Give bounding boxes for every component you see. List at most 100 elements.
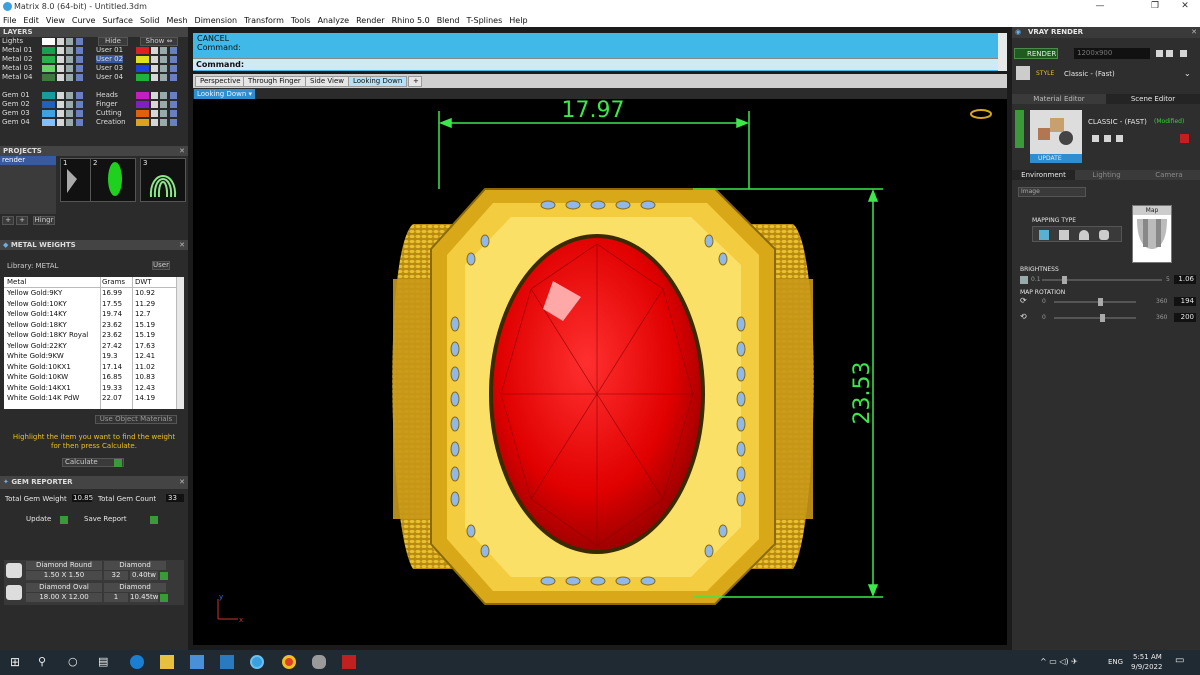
widgets-icon[interactable]: ▤	[98, 655, 112, 669]
layer-row[interactable]: Gem 02	[2, 100, 90, 109]
layer-lock-icon[interactable]	[66, 74, 73, 81]
edge-browser-icon[interactable]	[130, 655, 144, 669]
mapping-dome-icon[interactable]	[1079, 230, 1089, 240]
layer-select-icon[interactable]	[170, 101, 177, 108]
layer-visible-icon[interactable]	[151, 56, 158, 63]
menu-view[interactable]: View	[46, 16, 65, 25]
layer-lock-icon[interactable]	[66, 65, 73, 72]
layer-select-icon[interactable]	[170, 47, 177, 54]
layer-visible-icon[interactable]	[57, 119, 64, 126]
metal-table-row[interactable]: Yellow Gold:10KY 17.55 11.29	[4, 299, 176, 310]
layer-row[interactable]: Gem 04	[2, 118, 90, 127]
layer-visible-icon[interactable]	[151, 92, 158, 99]
layer-row[interactable]: Metal 03	[2, 64, 90, 73]
chrome-icon[interactable]	[282, 655, 296, 669]
gem-update-button[interactable]: Update	[26, 515, 70, 525]
layer-color-swatch[interactable]	[136, 101, 149, 108]
project-thumb-3[interactable]: 3	[140, 158, 186, 202]
resolution-field[interactable]: 1200x900	[1074, 48, 1150, 59]
metal-table-row[interactable]: White Gold:14K PdW 22.07 14.19	[4, 393, 176, 404]
layer-select-icon[interactable]	[76, 92, 83, 99]
layer-lock-icon[interactable]	[160, 110, 167, 117]
minimize-button[interactable]: —	[1085, 1, 1115, 11]
layer-lock-icon[interactable]	[66, 92, 73, 99]
calculate-button[interactable]: Calculate	[62, 458, 124, 467]
style-dropdown-icon[interactable]: ⌄	[1184, 69, 1191, 78]
layer-color-swatch[interactable]	[136, 65, 149, 72]
layer-visible-icon[interactable]	[57, 74, 64, 81]
layer-row[interactable]: Lights	[2, 37, 90, 46]
menu-surface[interactable]: Surface	[102, 16, 132, 25]
layer-select-icon[interactable]	[76, 119, 83, 126]
scene-collapse-handle[interactable]	[1015, 110, 1024, 148]
layer-lock-icon[interactable]	[66, 119, 73, 126]
layer-color-swatch[interactable]	[136, 74, 149, 81]
layer-color-swatch[interactable]	[136, 47, 149, 54]
layer-row[interactable]: Gem 03	[2, 109, 90, 118]
tab-environment[interactable]: Environment	[1012, 170, 1075, 180]
layer-lock-icon[interactable]	[160, 101, 167, 108]
metal-table-row[interactable]: White Gold:9KW 19.3 12.41	[4, 351, 176, 362]
close-button[interactable]: ✕	[1170, 1, 1200, 11]
app-icon[interactable]	[342, 655, 356, 669]
layer-visible-icon[interactable]	[57, 38, 64, 45]
metal-table-row[interactable]: Yellow Gold:18KY 23.62 15.19	[4, 320, 176, 331]
layer-row[interactable]: User 01	[96, 46, 184, 55]
layer-visible-icon[interactable]	[151, 47, 158, 54]
options-icon[interactable]	[1180, 50, 1187, 57]
layer-color-swatch[interactable]	[42, 56, 55, 63]
layer-visible-icon[interactable]	[57, 92, 64, 99]
layer-select-icon[interactable]	[76, 101, 83, 108]
menu-file[interactable]: File	[3, 16, 16, 25]
layer-lock-icon[interactable]	[160, 119, 167, 126]
metal-table-row[interactable]: Yellow Gold:9KY 16.99 10.92	[4, 288, 176, 299]
metal-user-button[interactable]: User	[152, 261, 170, 270]
layer-visible-icon[interactable]	[57, 101, 64, 108]
menu-blend[interactable]: Blend	[437, 16, 460, 25]
layer-row[interactable]: Cutting	[96, 109, 184, 118]
brightness-value[interactable]: 1.06	[1174, 275, 1196, 284]
layer-select-icon[interactable]	[76, 56, 83, 63]
gem-list-item[interactable]: Diamond Oval 18.00 X 12.00 Diamond 1 10.45tw	[4, 582, 184, 603]
layer-select-icon[interactable]	[170, 110, 177, 117]
environment-map-preview[interactable]: Map	[1132, 205, 1172, 263]
menu-curve[interactable]: Curve	[72, 16, 96, 25]
store-icon[interactable]	[190, 655, 204, 669]
layer-color-swatch[interactable]	[42, 101, 55, 108]
scene-delete-icon[interactable]	[1180, 134, 1189, 143]
layer-color-swatch[interactable]	[42, 110, 55, 117]
rotation-value-2[interactable]: 200	[1174, 313, 1196, 322]
metal-table-row[interactable]: White Gold:10KW 16.85 10.83	[4, 372, 176, 383]
mapping-cube-icon[interactable]	[1059, 230, 1069, 240]
background-type-select[interactable]: Image	[1018, 187, 1086, 197]
gem-item-button[interactable]	[160, 572, 168, 580]
menu-tools[interactable]: Tools	[291, 16, 311, 25]
layer-lock-icon[interactable]	[66, 110, 73, 117]
matrix-taskbar-icon[interactable]	[250, 655, 264, 669]
layer-visible-icon[interactable]	[57, 56, 64, 63]
layer-color-swatch[interactable]	[42, 47, 55, 54]
layer-color-swatch[interactable]	[42, 92, 55, 99]
layer-visible-icon[interactable]	[151, 101, 158, 108]
layer-select-icon[interactable]	[170, 56, 177, 63]
layer-select-icon[interactable]	[76, 65, 83, 72]
menu-analyze[interactable]: Analyze	[318, 16, 350, 25]
language-indicator[interactable]: ENG	[1108, 658, 1123, 666]
task-view-icon[interactable]: ○	[68, 655, 82, 669]
layer-color-swatch[interactable]	[136, 119, 149, 126]
render-button[interactable]: RENDER	[1014, 48, 1058, 59]
prev-icon[interactable]	[1156, 50, 1163, 57]
menu-edit[interactable]: Edit	[23, 16, 39, 25]
layer-row[interactable]: Heads	[96, 91, 184, 100]
layer-row[interactable]: Metal 02	[2, 55, 90, 64]
layer-visible-icon[interactable]	[151, 74, 158, 81]
layer-lock-icon[interactable]	[160, 65, 167, 72]
menu-render[interactable]: Render	[356, 16, 384, 25]
tab-looking-down[interactable]: Looking Down	[348, 76, 408, 87]
layer-color-swatch[interactable]	[136, 92, 149, 99]
show-button[interactable]: Show ⇔	[140, 37, 178, 46]
tab-material-editor[interactable]: Material Editor	[1012, 94, 1106, 104]
metal-table-row[interactable]: Yellow Gold:14KY 19.74 12.7	[4, 309, 176, 320]
brightness-slider[interactable]	[1042, 276, 1162, 284]
mapping-sphere-icon[interactable]	[1099, 230, 1109, 240]
